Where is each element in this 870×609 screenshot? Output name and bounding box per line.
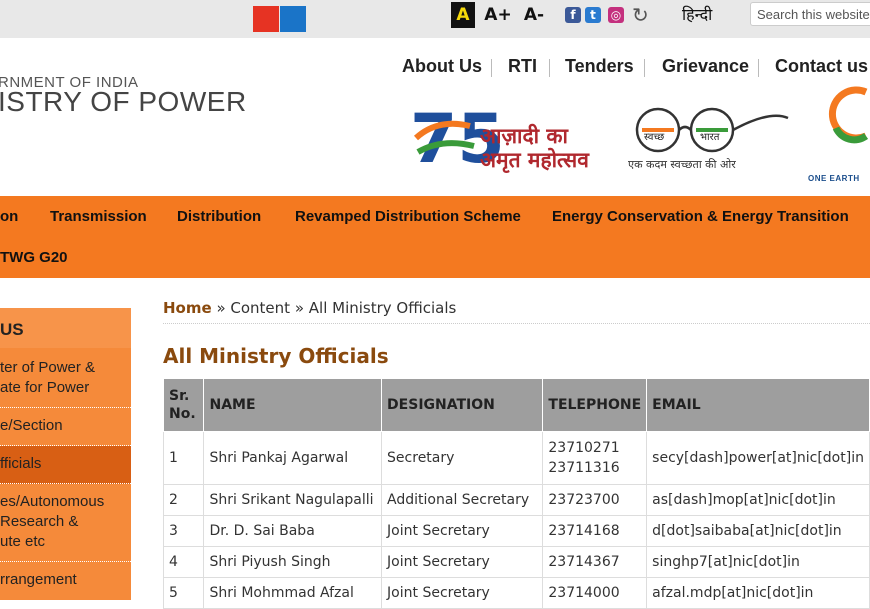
- col-header-designation: DESIGNATION: [381, 378, 544, 432]
- theme-red-swatch[interactable]: [253, 6, 279, 32]
- font-size-increase-button[interactable]: A+: [484, 2, 512, 28]
- cell-sr: 4: [162, 546, 205, 578]
- main-nav-revamped-distribution[interactable]: Revamped Distribution Scheme: [295, 208, 521, 225]
- top-nav-about-us[interactable]: About Us: [402, 56, 482, 77]
- cell-sr: 2: [162, 484, 205, 516]
- main-nav-etwg-g20[interactable]: TWG G20: [0, 249, 68, 266]
- col-header-email: EMAIL: [646, 378, 870, 432]
- cell-telephone: 23710271 23711316: [542, 431, 648, 485]
- sitemap-refresh-icon[interactable]: ↻: [632, 3, 649, 27]
- swachh-right-label: भारत: [700, 132, 720, 143]
- twitter-icon[interactable]: t: [585, 7, 601, 23]
- g20-logo[interactable]: [822, 84, 870, 144]
- cell-telephone: 23723700: [542, 484, 648, 516]
- g20-tagline: ONE EARTH: [808, 174, 860, 183]
- cell-telephone: 23714168: [542, 515, 648, 547]
- table-header-row: Sr. No. NAME DESIGNATION TELEPHONE EMAIL: [162, 378, 870, 432]
- sidebar-item-minister[interactable]: ter of Power & ate for Power: [0, 358, 131, 408]
- sidebar: US ter of Power & ate for Power e/Sectio…: [0, 308, 131, 600]
- table-row: 2 Shri Srikant Nagulapalli Additional Se…: [162, 484, 870, 516]
- cell-email: afzal.mdp[at]nic[dot]in: [646, 577, 870, 609]
- main-nav: on Transmission Distribution Revamped Di…: [0, 196, 870, 278]
- cell-telephone: 23714367: [542, 546, 648, 578]
- cell-email: as[dash]mop[at]nic[dot]in: [646, 484, 870, 516]
- cell-name: Shri Pankaj Agarwal: [203, 431, 383, 485]
- cell-email: singhp7[at]nic[dot]in: [646, 546, 870, 578]
- table-row: 3 Dr. D. Sai Baba Joint Secretary 237141…: [162, 515, 870, 547]
- table-row: 1 Shri Pankaj Agarwal Secretary 23710271…: [162, 431, 870, 485]
- top-nav-grievance[interactable]: Grievance: [662, 56, 749, 77]
- utility-bar: A A+ A- f t ◎ ↻ हिन्दी: [0, 0, 870, 38]
- azadi-text: आज़ादी का अमृत महोत्सव: [480, 124, 589, 172]
- sidebar-item-autonomous[interactable]: es/Autonomous Research & ute etc: [0, 484, 131, 562]
- cell-designation: Joint Secretary: [381, 577, 544, 609]
- table-row: 4 Shri Piyush Singh Joint Secretary 2371…: [162, 546, 870, 578]
- swachh-left-label: स्वच्छ: [644, 132, 664, 143]
- breadcrumb-current: All Ministry Officials: [308, 299, 457, 317]
- font-size-normal-button[interactable]: A: [451, 2, 475, 28]
- cell-designation: Secretary: [381, 431, 544, 485]
- cell-designation: Joint Secretary: [381, 515, 544, 547]
- main-nav-distribution[interactable]: Distribution: [177, 208, 261, 225]
- cell-designation: Joint Secretary: [381, 546, 544, 578]
- font-size-decrease-button[interactable]: A-: [520, 2, 548, 28]
- sidebar-item-officials[interactable]: fficials: [0, 446, 131, 484]
- cell-name: Shri Piyush Singh: [203, 546, 383, 578]
- azadi-line1: आज़ादी का: [480, 124, 568, 148]
- sidebar-item-section[interactable]: e/Section: [0, 408, 131, 446]
- top-nav-tenders[interactable]: Tenders: [565, 56, 634, 77]
- sidebar-item-arrangement[interactable]: rrangement: [0, 562, 131, 600]
- logo-ministry-of-power[interactable]: ISTRY OF POWER: [0, 86, 247, 118]
- azadi-line2: अमृत महोत्सव: [480, 148, 589, 172]
- cell-telephone: 23714000: [542, 577, 648, 609]
- cell-name: Shri Mohmmad Afzal: [203, 577, 383, 609]
- cell-email: secy[dash]power[at]nic[dot]in: [646, 431, 870, 485]
- search-input[interactable]: [750, 2, 870, 26]
- cell-name: Shri Srikant Nagulapalli: [203, 484, 383, 516]
- col-header-telephone: TELEPHONE: [542, 378, 648, 432]
- main-nav-generation[interactable]: on: [0, 208, 18, 225]
- page-title: All Ministry Officials: [163, 344, 389, 368]
- top-nav-rti[interactable]: RTI: [508, 56, 537, 77]
- swachh-tagline: एक कदम स्वच्छता की ओर: [628, 158, 736, 171]
- instagram-icon[interactable]: ◎: [608, 7, 624, 23]
- main-nav-energy-conservation[interactable]: Energy Conservation & Energy Transition: [552, 208, 849, 225]
- cell-name: Dr. D. Sai Baba: [203, 515, 383, 547]
- main-nav-transmission[interactable]: Transmission: [50, 208, 147, 225]
- cell-sr: 1: [162, 431, 205, 485]
- language-hindi-link[interactable]: हिन्दी: [682, 3, 712, 25]
- facebook-icon[interactable]: f: [565, 7, 581, 23]
- breadcrumb-content-link[interactable]: Content: [230, 299, 290, 317]
- table-row: 5 Shri Mohmmad Afzal Joint Secretary 237…: [162, 577, 870, 609]
- col-header-name: NAME: [203, 378, 383, 432]
- cell-sr: 5: [162, 577, 205, 609]
- breadcrumb: Home » Content » All Ministry Officials: [163, 299, 457, 317]
- cell-email: d[dot]saibaba[at]nic[dot]in: [646, 515, 870, 547]
- col-header-sr: Sr. No.: [162, 378, 205, 432]
- top-nav-contact-us[interactable]: Contact us: [775, 56, 868, 77]
- cell-designation: Additional Secretary: [381, 484, 544, 516]
- breadcrumb-divider: [163, 323, 870, 324]
- officials-table: Sr. No. NAME DESIGNATION TELEPHONE EMAIL…: [162, 378, 870, 609]
- theme-blue-swatch[interactable]: [280, 6, 306, 32]
- sidebar-heading: US: [0, 308, 131, 348]
- cell-sr: 3: [162, 515, 205, 547]
- breadcrumb-home-link[interactable]: Home: [163, 299, 212, 317]
